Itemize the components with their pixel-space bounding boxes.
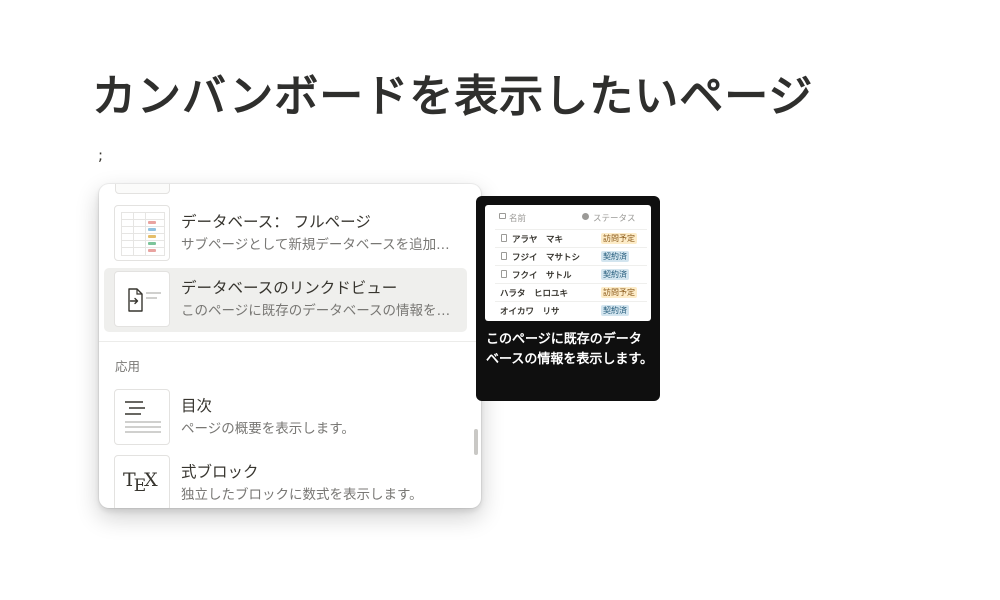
column-header-status: ステータス [593,214,636,224]
section-label-advanced: 応用 [115,359,141,374]
tex-icon: TEX [114,455,170,508]
menu-item-description: 独立したブロックに数式を表示します。 [181,487,423,503]
status-property-icon [582,213,589,220]
preview-table-image: 名前 ステータス アラヤ マキ 訪問予定 フジイ マサトシ 契約済 フクイ サト… [485,205,651,321]
preview-table-header: 名前 ステータス [485,205,651,229]
database-table-icon [114,205,170,261]
linked-view-icon [114,271,170,327]
menu-item-title: データベースのリンクドビュー [181,279,398,297]
page-icon [501,234,507,242]
menu-scrollbar[interactable] [474,429,478,455]
menu-item-title: 目次 [181,397,213,415]
page-icon [501,252,507,260]
row-name: オイカワ リサ [500,307,560,317]
toc-icon [114,389,170,445]
scrolled-item-thumbnail [115,184,170,194]
menu-item-description: このページに既存のデータベースの情報を表示します。 [181,303,461,319]
menu-item-description: サブページとして新規データベースを追加します。 [181,237,461,253]
row-name: フジイ マサトシ [512,253,581,263]
status-badge: 契約済 [601,251,629,262]
editor-typed-text[interactable]: ; [98,146,103,164]
table-row: ハラタ ヒロユキ 訪問予定 [495,283,647,300]
status-badge: 契約済 [601,305,629,316]
status-badge: 訪問予定 [601,287,637,298]
slash-command-menu: データベース： フルページ サブページとして新規データベースを追加します。 デー… [99,184,481,508]
row-name: アラヤ マキ [512,235,564,245]
table-row: オイカワ リサ 契約済 [495,301,647,318]
menu-item-title: データベース： フルページ [181,213,371,231]
preview-description: このページに既存のデータベースの情報を表示します。 [486,332,654,367]
column-header-name: 名前 [509,214,527,224]
status-badge: 訪問予定 [601,233,637,244]
menu-item-table-of-contents[interactable]: 目次 ページの概要を表示します。 [104,386,467,450]
preview-tooltip: 名前 ステータス アラヤ マキ 訪問予定 フジイ マサトシ 契約済 フクイ サト… [476,196,660,401]
table-row: フジイ マサトシ 契約済 [495,247,647,264]
menu-item-database-full-page[interactable]: データベース： フルページ サブページとして新規データベースを追加します。 [104,202,467,266]
status-badge: 契約済 [601,269,629,280]
table-row: アラヤ マキ 訪問予定 [495,229,647,246]
page-title[interactable]: カンバンボードを表示したいページ [92,60,813,124]
menu-item-title: 式ブロック [181,463,259,481]
menu-item-linked-database-view[interactable]: データベースのリンクドビュー このページに既存のデータベースの情報を表示します。 [104,268,467,332]
table-row: フクイ サトル 契約済 [495,265,647,282]
row-name: フクイ サトル [512,271,572,281]
tex-letter: X [144,469,158,491]
text-property-icon [499,213,506,219]
menu-item-equation-block[interactable]: TEX 式ブロック 独立したブロックに数式を表示します。 [104,452,467,508]
row-name: ハラタ ヒロユキ [500,289,569,299]
menu-item-description: ページの概要を表示します。 [181,421,355,437]
page-icon [501,270,507,278]
section-divider [99,341,481,342]
tex-letter: E [133,476,147,496]
